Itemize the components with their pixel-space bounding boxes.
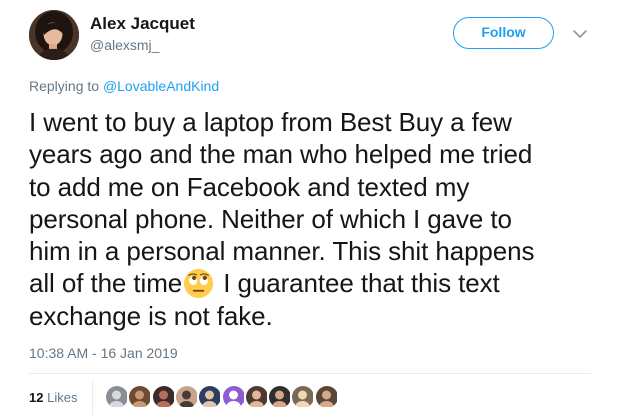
face-with-rolling-eyes-emoji-icon	[183, 268, 214, 299]
chevron-down-icon[interactable]	[572, 27, 588, 41]
liker-avatar[interactable]	[291, 385, 316, 409]
liker-avatar[interactable]	[314, 385, 339, 409]
tweet-text-line: years ago and the man who helped me trie…	[29, 139, 533, 170]
tweet-text-line: exchange is not fake.	[29, 300, 273, 331]
tweet-text: I went to buy a laptop from Best Buy a f…	[29, 106, 589, 332]
likes-label: Likes	[47, 390, 78, 405]
stats-divider	[92, 380, 93, 415]
liker-avatar[interactable]	[244, 385, 269, 409]
tweet-timestamp[interactable]: 10:38 AM - 16 Jan 2019	[29, 345, 178, 361]
liker-avatar[interactable]	[151, 385, 176, 409]
divider	[29, 373, 591, 374]
liker-avatar[interactable]	[268, 385, 293, 409]
liker-avatar[interactable]	[174, 385, 199, 409]
likes-stat[interactable]: 12 Likes	[29, 390, 77, 405]
tweet-text-line: to add me on Facebook and texted my	[29, 171, 470, 202]
author-handle[interactable]: @alexsmj_	[90, 37, 159, 53]
tweet-card: Alex Jacquet @alexsmj_ Follow Replying t…	[0, 0, 619, 417]
tweet-text-line: personal phone. Neither of which I gave …	[29, 203, 512, 234]
follow-button[interactable]: Follow	[453, 17, 554, 49]
tweet-text-segment: all of the time	[29, 268, 183, 299]
liker-avatar[interactable]	[198, 385, 223, 409]
replying-to: Replying to @LovableAndKind	[29, 78, 219, 94]
liker-avatar[interactable]	[221, 385, 246, 409]
liker-avatar[interactable]	[105, 385, 129, 409]
replying-to-label: Replying to	[29, 78, 103, 94]
tweet-text-line: I went to buy a laptop from Best Buy a f…	[29, 107, 512, 137]
tweet-text-line: him in a personal manner. This shit happ…	[29, 236, 535, 267]
reply-mention-link[interactable]: @LovableAndKind	[103, 78, 219, 94]
tweet-text-line-with-emoji: all of the time I guarantee that this te…	[29, 267, 589, 299]
likes-count: 12	[29, 390, 44, 405]
author-display-name[interactable]: Alex Jacquet	[90, 14, 195, 34]
author-avatar-image	[29, 10, 79, 60]
liker-avatar[interactable]	[128, 385, 153, 409]
tweet-text-segment: I guarantee that this text	[216, 268, 500, 299]
author-avatar[interactable]	[29, 10, 79, 60]
